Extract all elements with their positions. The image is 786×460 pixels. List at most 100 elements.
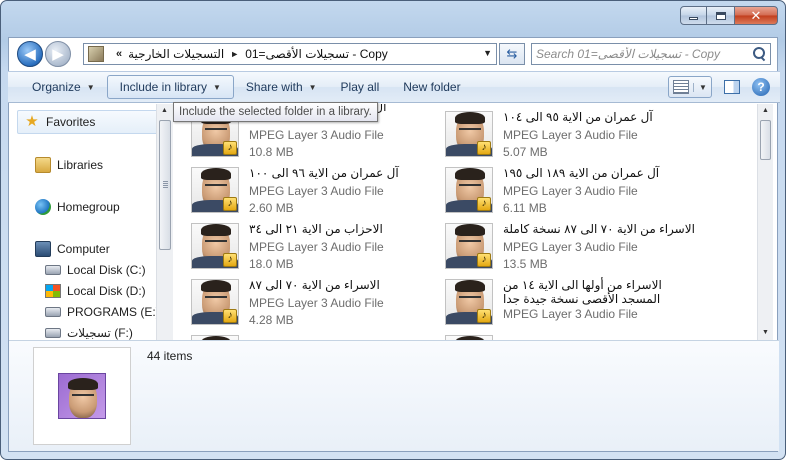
explorer-window: ✕ ◀ ▶ « التسجيلات الخارجية ► تسجيلات الأ… — [0, 0, 786, 460]
preview-pane-icon[interactable] — [724, 80, 740, 94]
nav-item-libraries[interactable]: Libraries — [35, 155, 103, 175]
file-type: MPEG Layer 3 Audio File — [503, 128, 638, 142]
address-bar[interactable]: « التسجيلات الخارجية ► تسجيلات الأقصى=01… — [83, 43, 497, 65]
file-scroll-thumb[interactable] — [760, 120, 771, 160]
file-item-partial[interactable] — [431, 332, 711, 340]
nav-scroll-thumb[interactable] — [159, 120, 171, 250]
music-note-icon: ♪ — [223, 253, 237, 267]
refresh-icon: ⇆ — [506, 46, 518, 61]
share-with-button[interactable]: Share with ▼ — [234, 75, 329, 99]
new-folder-button[interactable]: New folder — [391, 75, 472, 99]
minimize-button[interactable] — [680, 6, 707, 25]
file-item[interactable]: ♪ الاحزاب من الاية ٢١ الى ٣٤ MPEG Layer … — [177, 220, 457, 272]
address-history-dropdown-icon[interactable]: ▼ — [483, 48, 492, 58]
organize-label: Organize — [32, 80, 81, 94]
file-item[interactable]: ♪ الاسراء من الاية ٧٠ الى ٨٧ نسخة كاملة … — [431, 220, 711, 272]
file-size: 2.60 MB — [249, 201, 294, 215]
album-art-thumbnail: ♪ — [191, 223, 239, 269]
file-item[interactable]: ♪ آل عمران من الاية ٩٦ الى ١٠٠ MPEG Laye… — [177, 164, 457, 216]
back-arrow-icon: ◀ — [24, 46, 36, 63]
reciter-hair — [201, 224, 231, 236]
file-type: MPEG Layer 3 Audio File — [249, 240, 384, 254]
help-icon[interactable]: ? — [752, 78, 770, 96]
search-box[interactable] — [531, 43, 771, 65]
nav-label-computer: Computer — [57, 242, 110, 256]
file-type: MPEG Layer 3 Audio File — [503, 240, 638, 254]
reciter-glasses — [205, 296, 227, 302]
organize-button[interactable]: Organize ▼ — [20, 75, 107, 99]
close-button[interactable]: ✕ — [734, 6, 778, 25]
include-in-library-label: Include in library — [119, 80, 207, 94]
reciter-glasses — [205, 240, 227, 246]
album-art-thumbnail: ♪ — [445, 167, 493, 213]
forward-button[interactable]: ▶ — [45, 41, 71, 67]
search-input[interactable] — [536, 47, 752, 61]
nav-item-computer[interactable]: Computer — [35, 239, 110, 259]
nav-item-drive-f[interactable]: تسجيلات (F:) — [45, 323, 133, 340]
scroll-up-icon[interactable]: ▲ — [758, 104, 773, 118]
album-art-thumbnail: ♪ — [191, 279, 239, 325]
minimize-icon — [689, 17, 698, 20]
back-button[interactable]: ◀ — [17, 41, 43, 67]
file-name: الاسراء من الاية ٧٠ الى ٨٧ — [249, 278, 380, 292]
breadcrumb-segment-parent[interactable]: التسجيلات الخارجية — [128, 47, 224, 61]
file-item[interactable]: ♪ الاسراء من الاية ٧٠ الى ٨٧ MPEG Layer … — [177, 276, 457, 328]
nav-item-drive-e[interactable]: PROGRAMS (E:) — [45, 302, 160, 322]
play-all-label: Play all — [340, 80, 380, 94]
file-item[interactable]: ♪ آل عمران من الاية ١٨٩ الى ١٩٥ MPEG Lay… — [431, 164, 711, 216]
change-view-button[interactable]: ▼ — [668, 76, 712, 98]
album-art-thumbnail: ♪ — [445, 223, 493, 269]
star-icon: ★ — [25, 113, 39, 130]
nav-item-drive-c[interactable]: Local Disk (C:) — [45, 260, 146, 280]
file-item[interactable]: ♪ آل عمران من الاية ٩٥ الى ١٠٤ MPEG Laye… — [431, 108, 711, 160]
file-item-partial[interactable] — [177, 332, 457, 340]
toolbar-right-group: ▼ ? — [668, 76, 770, 98]
close-icon: ✕ — [750, 8, 762, 23]
file-size: 4.28 MB — [249, 313, 294, 327]
scroll-up-icon[interactable]: ▲ — [157, 104, 172, 118]
refresh-button[interactable]: ⇆ — [499, 43, 525, 65]
tooltip: Include the selected folder in a library… — [173, 102, 378, 122]
music-note-icon: ♪ — [223, 141, 237, 155]
include-in-library-button[interactable]: Include in library ▼ — [106, 75, 234, 99]
nav-item-homegroup[interactable]: Homegroup — [35, 197, 120, 217]
play-all-button[interactable]: Play all — [329, 75, 392, 99]
share-dropdown-icon: ▼ — [308, 82, 317, 92]
file-name: الاحزاب من الاية ٢١ الى ٣٤ — [249, 222, 383, 236]
nav-scrollbar[interactable]: ▲ — [156, 104, 173, 340]
maximize-button[interactable] — [707, 6, 734, 25]
music-note-icon: ♪ — [477, 141, 491, 155]
scroll-down-icon[interactable]: ▼ — [758, 326, 773, 340]
view-dropdown-icon[interactable]: ▼ — [693, 82, 707, 92]
share-with-label: Share with — [245, 80, 303, 94]
file-name: الاسراء من أولها الى الاية ١٤ من المسجد … — [503, 278, 662, 306]
search-icon[interactable] — [752, 47, 766, 61]
music-note-icon: ♪ — [477, 309, 491, 323]
album-art-thumbnail — [58, 373, 106, 419]
forward-arrow-icon: ▶ — [52, 46, 64, 63]
file-size: 13.5 MB — [503, 257, 548, 271]
breadcrumb-segment-current[interactable]: تسجيلات الأقصى=01 - Copy — [245, 47, 388, 61]
music-note-icon: ♪ — [223, 309, 237, 323]
file-type: MPEG Layer 3 Audio File — [503, 307, 638, 321]
reciter-hair — [455, 112, 485, 124]
file-list-scrollbar[interactable]: ▲ ▼ — [757, 104, 773, 340]
nav-item-drive-d[interactable]: Local Disk (D:) — [45, 281, 146, 301]
address-overflow[interactable]: « — [116, 48, 122, 60]
file-name: الاسراء من الاية ٧٠ الى ٨٧ نسخة كاملة — [503, 222, 695, 236]
file-item[interactable]: ♪ الاسراء من أولها الى الاية ١٤ من المسج… — [431, 276, 711, 328]
reciter-glasses — [459, 184, 481, 190]
nav-item-favorites[interactable]: ★ Favorites — [17, 110, 161, 134]
new-folder-label: New folder — [403, 80, 461, 94]
breadcrumb-separator[interactable]: ► — [230, 49, 239, 59]
reciter-glasses — [459, 240, 481, 246]
file-type: MPEG Layer 3 Audio File — [249, 184, 384, 198]
reciter-glasses — [459, 128, 481, 134]
nav-label-favorites: Favorites — [46, 115, 96, 129]
disk-icon — [45, 328, 61, 338]
file-name: آل عمران من الاية ١٨٩ الى ١٩٥ — [503, 166, 660, 180]
music-note-icon: ♪ — [477, 253, 491, 267]
nav-label-drive: PROGRAMS (E:) — [67, 305, 160, 319]
homegroup-icon — [35, 199, 51, 215]
nav-label-drive: تسجيلات (F:) — [67, 326, 133, 340]
